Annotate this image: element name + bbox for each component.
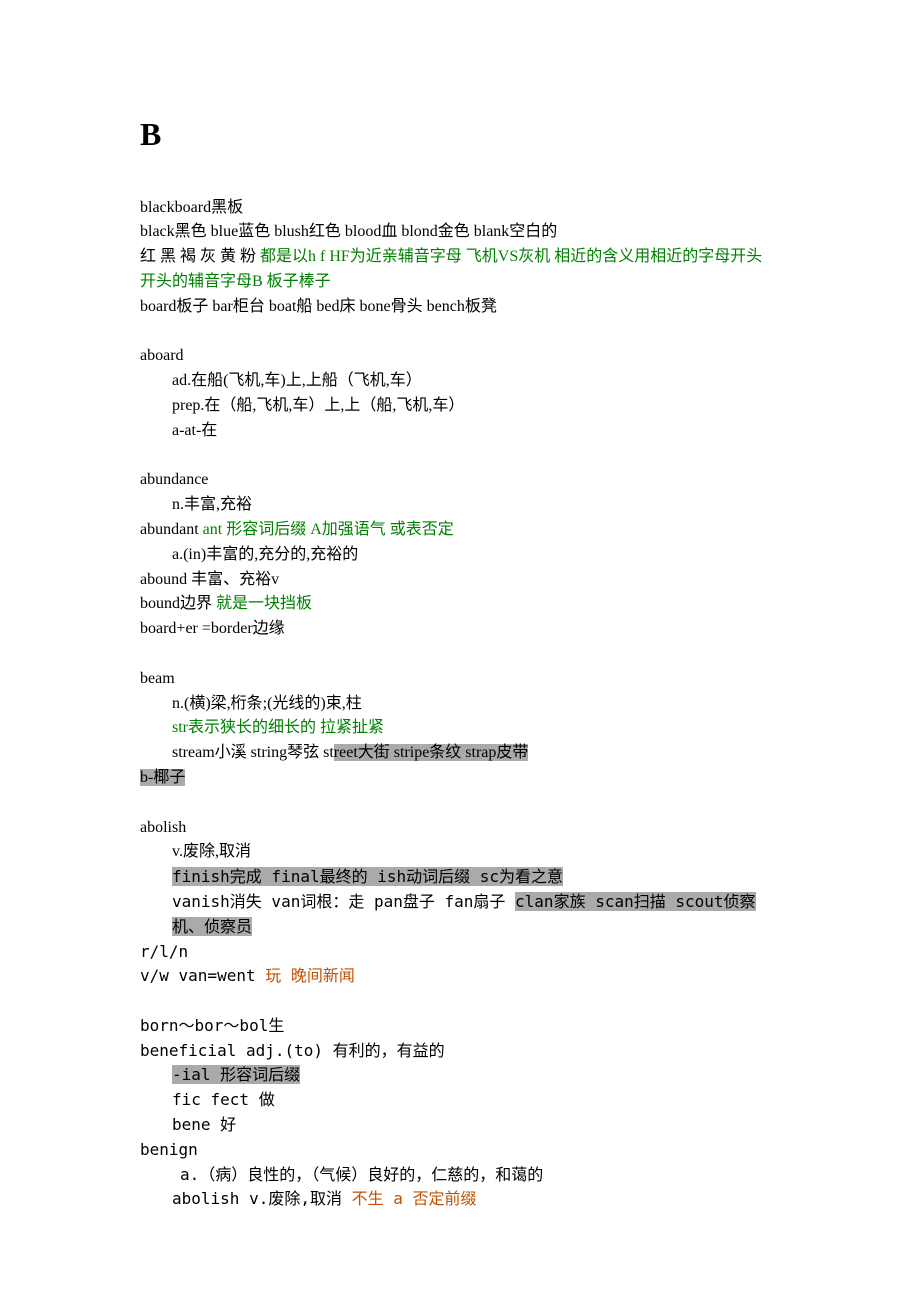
definition: ad.在船(飞机,车)上,上船（飞机,车） — [140, 369, 780, 394]
text-annotation: 就是一块挡板 — [216, 595, 312, 612]
entry-word: abolish — [140, 816, 780, 841]
definition: a.（病）良性的，（气候）良好的，仁慈的，和蔼的 — [140, 1163, 780, 1188]
definition: n.丰富,充裕 — [140, 493, 780, 518]
text-line: fic fect 做 — [140, 1088, 780, 1113]
entry-word: beneficial adj.(to) 有利的，有益的 — [140, 1039, 780, 1064]
definition: n.(横)梁,桁条;(光线的)束,柱 — [140, 692, 780, 717]
text-line: stream小溪 string琴弦 street大街 stripe条纹 stra… — [140, 741, 780, 766]
blank-line — [140, 989, 780, 1014]
blank-line — [140, 791, 780, 816]
text-line: black黑色 blue蓝色 blush红色 blood血 blond金色 bl… — [140, 220, 780, 245]
text-annotation: 玩 晚间新闻 — [265, 966, 355, 985]
definition: v.废除,取消 — [140, 840, 780, 865]
blank-line — [140, 320, 780, 345]
text-annotation: ant 形容词后缀 A加强语气 或表否定 — [203, 521, 454, 538]
text-line: b-椰子 — [140, 766, 780, 791]
text-line: blackboard黑板 — [140, 196, 780, 221]
text-line: abound 丰富、充裕v — [140, 568, 780, 593]
entry-word: benign — [140, 1138, 780, 1163]
text-line: vanish消失 van词根：走 pan盘子 fan扇子 clan家族 scan… — [140, 890, 780, 940]
text-annotation: str表示狭长的细长的 拉紧扯紧 — [140, 716, 780, 741]
text-plain: stream小溪 string琴弦 st — [172, 744, 334, 761]
text-line: finish完成 final最终的 ish动词后缀 sc为看之意 — [140, 865, 780, 890]
text-plain: bound边界 — [140, 595, 216, 612]
definition: prep.在（船,飞机,车）上,上（船,飞机,车） — [140, 394, 780, 419]
text-line: r/l/n — [140, 940, 780, 965]
text-line: abolish v.废除,取消 不生 a 否定前缀 — [140, 1187, 780, 1212]
text-plain: abundant — [140, 521, 203, 538]
text-highlight: finish完成 final最终的 ish动词后缀 sc为看之意 — [172, 867, 563, 886]
definition: a-at-在 — [140, 419, 780, 444]
text-line: bene 好 — [140, 1113, 780, 1138]
text-highlight: b-椰子 — [140, 769, 185, 786]
text-line: 红 黑 褐 灰 黄 粉 都是以h f HF为近亲辅音字母 飞机VS灰机 相近的含… — [140, 245, 780, 270]
text-annotation: 不生 a 否定前缀 — [352, 1189, 477, 1208]
text-highlight: -ial 形容词后缀 — [172, 1065, 300, 1084]
blank-line — [140, 444, 780, 469]
text-highlight: reet大街 stripe条纹 strap皮带 — [334, 744, 529, 761]
text-line: board板子 bar柜台 boat船 bed床 bone骨头 bench板凳 — [140, 295, 780, 320]
text-plain: v/w van=went — [140, 966, 265, 985]
entry-word: beam — [140, 667, 780, 692]
entry-word: aboard — [140, 344, 780, 369]
section-heading: B — [140, 110, 780, 160]
text-line: -ial 形容词后缀 — [140, 1063, 780, 1088]
text-annotation: 开头的辅音字母B 板子棒子 — [140, 270, 780, 295]
text-plain: 红 黑 褐 灰 黄 粉 — [140, 248, 260, 265]
definition: a.(in)丰富的,充分的,充裕的 — [140, 543, 780, 568]
text-line: born～bor～bol生 — [140, 1014, 780, 1039]
text-line: board+er =border边缘 — [140, 617, 780, 642]
text-line: bound边界 就是一块挡板 — [140, 592, 780, 617]
text-line: abundant ant 形容词后缀 A加强语气 或表否定 — [140, 518, 780, 543]
text-annotation: 都是以h f HF为近亲辅音字母 飞机VS灰机 相近的含义用相近的字母开头 — [260, 248, 762, 265]
entry-word: abundance — [140, 468, 780, 493]
text-plain: vanish消失 van词根：走 pan盘子 fan扇子 — [172, 892, 515, 911]
text-line: v/w van=went 玩 晚间新闻 — [140, 964, 780, 989]
text-plain: abolish v.废除,取消 — [172, 1189, 352, 1208]
blank-line — [140, 642, 780, 667]
